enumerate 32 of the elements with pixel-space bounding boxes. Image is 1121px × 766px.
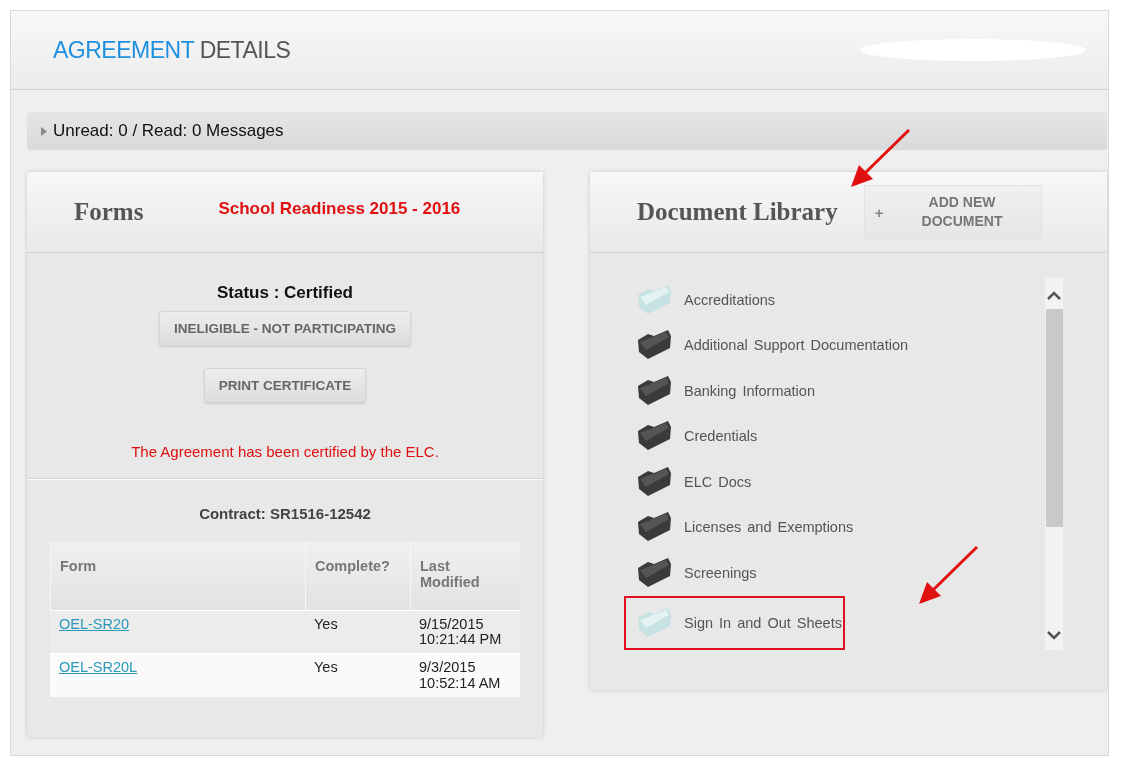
page-title: AGREEMENT DETAILS (53, 36, 291, 64)
action-button[interactable]: PRINT CERTIFICATE (203, 368, 367, 403)
folder-item[interactable]: Licenses and Exemptions (684, 519, 854, 536)
contract-number: Contract: SR1516-12542 (198, 505, 372, 522)
column-header: Form (50, 542, 305, 610)
messages-summary: Unread: 0 / Read: 0 Messages (53, 121, 284, 141)
table-cell-text: 9/15/2015 10:21:44 PM (418, 615, 503, 650)
program-name: School Readiness 2015 - 2016 (218, 199, 461, 219)
scroll-down-icon[interactable] (1047, 629, 1061, 640)
column-header: Complete? (305, 542, 410, 610)
folder-item[interactable]: Accreditations (684, 291, 776, 308)
folder-item[interactable]: Sign In and Out Sheets (684, 614, 842, 631)
table-cell-text: Yes (313, 615, 339, 634)
panel-title: Document Library (637, 198, 838, 226)
status-text: Status : Certified (217, 283, 353, 303)
form-link[interactable]: OEL-SR20L (59, 659, 138, 676)
folder-item[interactable]: Additional Support Documentation (684, 337, 909, 354)
table-cell-text: Yes (313, 658, 339, 678)
panel-title: Forms (74, 198, 144, 226)
scroll-up-icon[interactable] (1047, 291, 1061, 301)
folder-item[interactable]: Credentials (684, 428, 758, 445)
expand-icon (41, 126, 47, 136)
scrollbar[interactable] (1045, 277, 1063, 650)
notice-text: The Agreement has been certified by the ELC. (131, 443, 439, 460)
folder-item[interactable]: Banking Information (684, 382, 815, 399)
column-header: Last Modified (410, 542, 520, 610)
folder-item[interactable]: ELC Docs (684, 473, 752, 490)
add-document-button[interactable]: + ADD NEW DOCUMENT (863, 185, 1042, 239)
folder-item[interactable]: Screenings (684, 564, 757, 581)
messages-bar[interactable]: Unread: 0 / Read: 0 Messages (27, 112, 1107, 150)
table-cell-text: 9/3/2015 10:52:14 AM (418, 658, 502, 693)
action-button[interactable]: INELIGIBLE - NOT PARTICIPATING (159, 311, 411, 346)
